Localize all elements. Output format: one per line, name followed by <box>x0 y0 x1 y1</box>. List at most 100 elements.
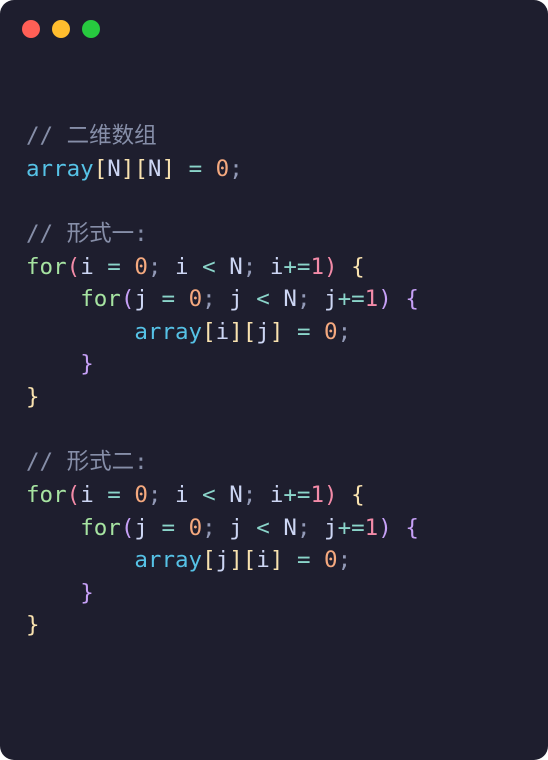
bracket: [ <box>202 319 216 345</box>
brace: } <box>80 351 94 377</box>
code-window: // 二维数组 array[N][N] = 0; // 形式一: for(i =… <box>0 0 548 760</box>
identifier: i <box>80 482 94 508</box>
window-titlebar <box>0 0 548 38</box>
punct: ; <box>229 156 243 182</box>
paren: ( <box>67 254 81 280</box>
identifier: i <box>80 254 94 280</box>
operator: += <box>338 286 365 312</box>
bracket: ] <box>229 547 243 573</box>
bracket: [ <box>134 156 148 182</box>
identifier: j <box>324 286 338 312</box>
punct: ; <box>202 286 216 312</box>
identifier: j <box>256 319 270 345</box>
paren: ( <box>67 482 81 508</box>
operator: < <box>202 254 216 280</box>
paren: ) <box>378 515 392 541</box>
brace: { <box>351 254 365 280</box>
operator: = <box>161 515 175 541</box>
close-icon[interactable] <box>22 20 40 38</box>
bracket: [ <box>243 547 257 573</box>
identifier: j <box>324 515 338 541</box>
number: 0 <box>134 482 148 508</box>
identifier: N <box>283 515 297 541</box>
keyword: for <box>26 482 67 508</box>
brace: { <box>405 515 419 541</box>
operator: < <box>256 515 270 541</box>
brace: { <box>351 482 365 508</box>
punct: ; <box>243 482 257 508</box>
comment-line: // 形式一: <box>26 221 148 247</box>
punct: ; <box>297 515 311 541</box>
punct: ; <box>243 254 257 280</box>
punct: ; <box>338 547 352 573</box>
maximize-icon[interactable] <box>82 20 100 38</box>
identifier: j <box>229 515 243 541</box>
minimize-icon[interactable] <box>52 20 70 38</box>
keyword: for <box>80 515 121 541</box>
identifier: array <box>134 547 202 573</box>
operator: < <box>256 286 270 312</box>
brace: { <box>405 286 419 312</box>
operator: < <box>202 482 216 508</box>
paren: ( <box>121 515 135 541</box>
keyword: for <box>26 254 67 280</box>
punct: ; <box>148 254 162 280</box>
paren: ( <box>121 286 135 312</box>
identifier: i <box>216 319 230 345</box>
identifier: j <box>216 547 230 573</box>
paren: ) <box>324 482 338 508</box>
operator: = <box>297 319 311 345</box>
number: 0 <box>189 286 203 312</box>
code-block: // 二维数组 array[N][N] = 0; // 形式一: for(i =… <box>0 38 548 642</box>
bracket: ] <box>161 156 175 182</box>
bracket: [ <box>94 156 108 182</box>
identifier: N <box>229 482 243 508</box>
bracket: ] <box>121 156 135 182</box>
bracket: [ <box>243 319 257 345</box>
punct: ; <box>297 286 311 312</box>
number: 0 <box>134 254 148 280</box>
brace: } <box>26 384 40 410</box>
number: 0 <box>324 319 338 345</box>
identifier: i <box>175 482 189 508</box>
identifier: i <box>270 254 284 280</box>
operator: += <box>338 515 365 541</box>
number: 1 <box>365 286 379 312</box>
punct: ; <box>148 482 162 508</box>
number: 0 <box>324 547 338 573</box>
bracket: [ <box>202 547 216 573</box>
paren: ) <box>378 286 392 312</box>
number: 0 <box>189 515 203 541</box>
operator: = <box>161 286 175 312</box>
punct: ; <box>202 515 216 541</box>
number: 1 <box>310 482 324 508</box>
identifier: N <box>283 286 297 312</box>
identifier: array <box>26 156 94 182</box>
identifier: N <box>107 156 121 182</box>
operator: = <box>297 547 311 573</box>
identifier: array <box>134 319 202 345</box>
identifier: j <box>134 286 148 312</box>
number: 0 <box>216 156 230 182</box>
operator: += <box>283 254 310 280</box>
identifier: j <box>229 286 243 312</box>
identifier: N <box>148 156 162 182</box>
keyword: for <box>80 286 121 312</box>
identifier: N <box>229 254 243 280</box>
bracket: ] <box>229 319 243 345</box>
identifier: i <box>175 254 189 280</box>
comment-line: // 二维数组 <box>26 123 157 149</box>
brace: } <box>26 612 40 638</box>
operator: += <box>283 482 310 508</box>
identifier: i <box>256 547 270 573</box>
operator: = <box>189 156 203 182</box>
comment-line: // 形式二: <box>26 449 148 475</box>
brace: } <box>80 580 94 606</box>
operator: = <box>107 482 121 508</box>
number: 1 <box>365 515 379 541</box>
identifier: i <box>270 482 284 508</box>
bracket: ] <box>270 319 284 345</box>
number: 1 <box>310 254 324 280</box>
punct: ; <box>338 319 352 345</box>
paren: ) <box>324 254 338 280</box>
